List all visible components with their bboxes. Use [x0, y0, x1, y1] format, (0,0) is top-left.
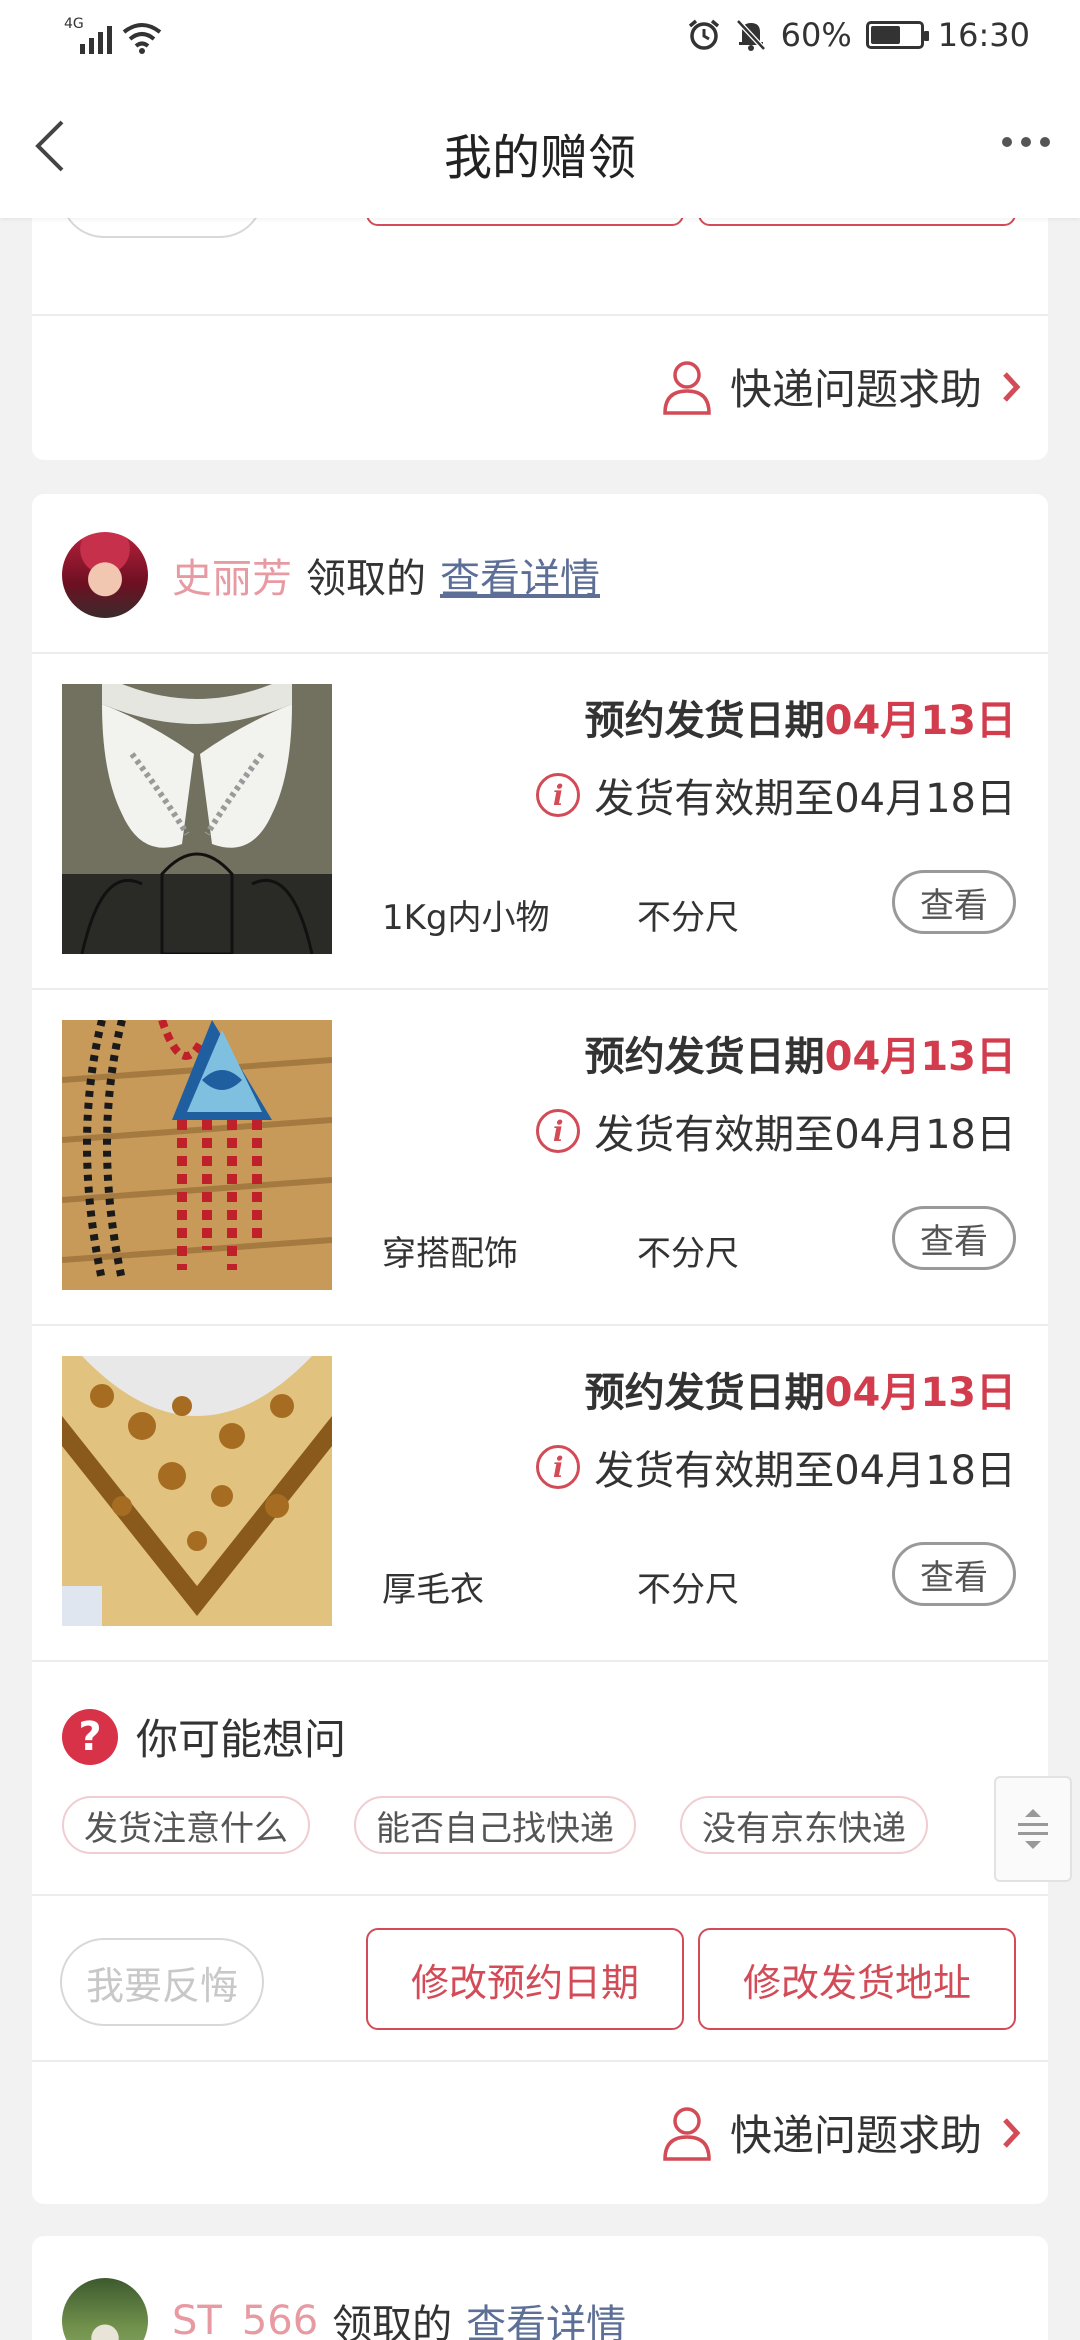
claimer-name[interactable]: 史丽芳: [172, 546, 292, 604]
valid-until: i 发货有效期至04月18日: [536, 1102, 1016, 1160]
more-icon[interactable]: [998, 122, 1054, 162]
person-icon: [663, 360, 711, 415]
claimer-row: 史丽芳 领取的 查看详情: [62, 532, 600, 618]
valid-until: i 发货有效期至04月18日: [536, 766, 1016, 824]
valid-until: i 发货有效期至04月18日: [536, 1438, 1016, 1496]
item-size: 不分尺: [637, 1234, 739, 1274]
chevron-right-icon: [1003, 371, 1021, 402]
page-title: 我的赠领: [443, 130, 636, 186]
question-icon: ?: [62, 1708, 118, 1765]
view-detail-link[interactable]: 查看详情: [466, 2292, 626, 2340]
network-type: 4G: [64, 16, 84, 32]
sweater-image: [62, 1356, 332, 1626]
valid-text: 发货有效期至04月18日: [594, 1112, 1016, 1158]
signal-icon: [80, 24, 112, 54]
scheduled-date: 预约发货日期04月13日: [584, 698, 1016, 744]
info-icon: i: [536, 773, 581, 817]
list-item[interactable]: 预约发货日期04月13日 i 发货有效期至04月18日 1Kg内小物 不分尺 查…: [32, 654, 1048, 990]
list-item[interactable]: 预约发货日期04月13日 i 发货有效期至04月18日 穿搭配饰 不分尺 查看: [32, 990, 1048, 1326]
item-category: 厚毛衣: [382, 1570, 484, 1610]
change-address-button[interactable]: 修改发货地址: [698, 1928, 1016, 2030]
collar-image: [62, 684, 332, 954]
view-button[interactable]: 查看: [892, 1542, 1016, 1606]
info-icon: i: [536, 1109, 581, 1153]
delivery-help-link[interactable]: 快递问题求助: [662, 2102, 1022, 2163]
faq-title-label: 你可能想问: [136, 1715, 347, 1764]
avatar[interactable]: [62, 532, 148, 618]
status-left: 4G: [64, 16, 162, 54]
item-thumbnail[interactable]: [62, 1020, 332, 1290]
list-item[interactable]: 预约发货日期04月13日 i 发货有效期至04月18日 厚毛衣 不分尺 查看: [32, 1326, 1048, 1662]
status-bar: 4G 60% 16:30: [0, 0, 1080, 76]
view-detail-link[interactable]: 查看详情: [440, 546, 600, 604]
valid-text: 发货有效期至04月18日: [594, 1448, 1016, 1494]
claimer-row: ST_566 领取的 查看详情: [62, 2278, 626, 2340]
item-size: 不分尺: [637, 1570, 739, 1610]
battery-fill: [870, 26, 900, 44]
view-button[interactable]: 查看: [892, 870, 1016, 934]
avatar[interactable]: [62, 2278, 148, 2340]
wifi-icon: [122, 23, 162, 54]
claimer-name[interactable]: ST_566: [172, 2298, 318, 2340]
scroll-handle[interactable]: [994, 1776, 1072, 1882]
alarm-icon: [688, 19, 719, 50]
necklace-image: [62, 1020, 332, 1290]
info-icon: i: [536, 1445, 581, 1489]
item-category: 1Kg内小物: [382, 898, 550, 938]
nav-bar: 我的赠领: [0, 76, 1080, 218]
person-icon: [663, 2106, 711, 2161]
delivery-help-label: 快递问题求助: [729, 2111, 982, 2160]
view-button[interactable]: 查看: [892, 1206, 1016, 1270]
divider: [32, 1894, 1048, 1896]
status-time: 16:30: [937, 16, 1030, 54]
mute-icon: [735, 19, 766, 51]
item-thumbnail[interactable]: [62, 1356, 332, 1626]
arrow-up-icon: [1025, 1809, 1041, 1817]
status-right: 60% 16:30: [687, 16, 1030, 54]
battery-percent: 60%: [780, 16, 852, 54]
item-thumbnail[interactable]: [62, 684, 332, 954]
claimed-suffix: 领取的: [332, 2302, 453, 2340]
divider: [32, 2060, 1048, 2062]
faq-chip[interactable]: 没有京东快递: [680, 1796, 928, 1854]
change-date-button[interactable]: 修改预约日期: [366, 1928, 684, 2030]
divider: [32, 314, 1048, 316]
faq-chip[interactable]: 能否自己找快递: [354, 1796, 636, 1854]
valid-text: 发货有效期至04月18日: [594, 776, 1016, 822]
delivery-help-label: 快递问题求助: [729, 365, 982, 414]
faq-chip[interactable]: 发货注意什么: [62, 1796, 310, 1854]
faq-title: ? 你可能想问: [62, 1706, 346, 1767]
item-size: 不分尺: [637, 898, 739, 938]
claim-card: 史丽芳 领取的 查看详情 预约发货日期04月13日 i 发货有效期至04月18日…: [32, 494, 1048, 2204]
item-category: 穿搭配饰: [382, 1234, 518, 1274]
scheduled-date: 预约发货日期04月13日: [584, 1370, 1016, 1416]
regret-button[interactable]: 我要反悔: [60, 1938, 264, 2026]
battery-icon: [865, 21, 929, 49]
claimed-suffix: 领取的: [306, 556, 426, 602]
divider: [32, 1660, 1048, 1662]
chevron-right-icon: [1003, 2117, 1021, 2148]
scheduled-date: 预约发货日期04月13日: [584, 1034, 1016, 1080]
delivery-help-link[interactable]: 快递问题求助: [662, 356, 1022, 417]
arrow-down-icon: [1025, 1841, 1041, 1849]
claim-card-next: ST_566 领取的 查看详情: [32, 2236, 1048, 2340]
